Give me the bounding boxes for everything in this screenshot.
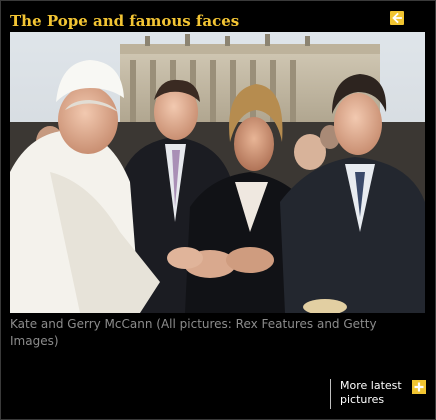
more-pictures-button[interactable] <box>412 380 426 394</box>
gallery-photo <box>10 32 425 313</box>
more-label-line1: More latest <box>340 379 402 392</box>
gallery-title: The Pope and famous faces <box>10 12 240 30</box>
plus-icon <box>412 380 426 394</box>
more-label-line2: pictures <box>340 393 385 406</box>
more-latest-pictures-label: More latest pictures <box>340 379 410 407</box>
more-latest-pictures-link[interactable]: More latest pictures <box>330 379 427 409</box>
back-button[interactable] <box>390 11 404 25</box>
arrow-left-icon <box>390 11 404 25</box>
photo-caption: Kate and Gerry McCann (All pictures: Rex… <box>10 317 377 348</box>
gallery-widget: The Pope and famous faces Kate and Gerry… <box>0 0 436 420</box>
